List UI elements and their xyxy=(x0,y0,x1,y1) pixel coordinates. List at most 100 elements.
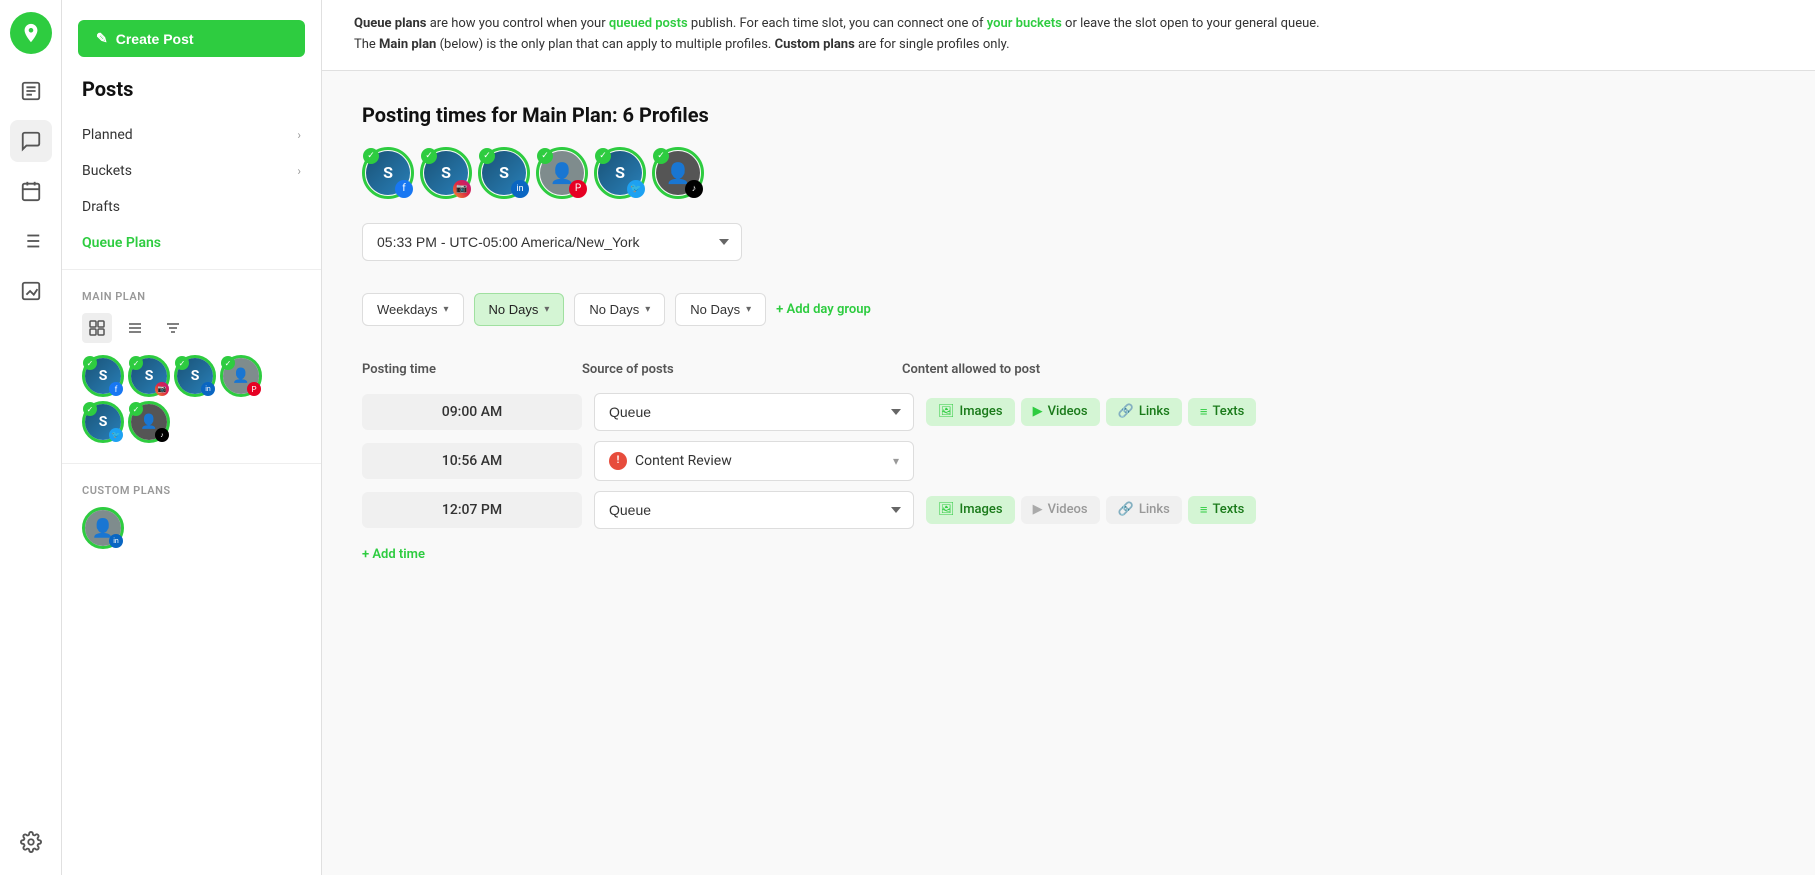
main-plan-profile-fb[interactable]: ✓ S f xyxy=(82,355,124,397)
info-queue-plans-text: Queue plans xyxy=(354,16,426,31)
info-banner: Queue plans are how you control when you… xyxy=(322,0,1815,71)
sidebar-posts-icon[interactable] xyxy=(10,70,52,112)
time-cell-1: 09:00 AM xyxy=(362,394,582,430)
check-icon: ✓ xyxy=(83,356,97,370)
custom-plans-section: CUSTOM PLANS 👤 in xyxy=(62,472,321,561)
links-badge-3[interactable]: 🔗 Links xyxy=(1106,496,1182,524)
texts-badge-1[interactable]: ≡ Texts xyxy=(1188,398,1256,426)
your-buckets-link[interactable]: your buckets xyxy=(987,16,1062,31)
day-nodays-2-btn[interactable]: No Days ▾ xyxy=(574,293,665,326)
custom-plan-profile-li[interactable]: 👤 in xyxy=(82,507,124,549)
profile-lg-li[interactable]: ✓ S in xyxy=(478,147,530,199)
videos-badge-1[interactable]: ▶ Videos xyxy=(1021,398,1100,426)
chevron-down-icon-4: ▾ xyxy=(746,304,751,315)
image-icon-3: 🖼 xyxy=(938,502,955,517)
videos-badge-3[interactable]: ▶ Videos xyxy=(1021,496,1100,524)
sidebar-queue-icon[interactable] xyxy=(10,220,52,262)
check-icon-lg-4: ✓ xyxy=(537,148,553,164)
nav-section-title: Posts xyxy=(62,77,321,117)
nav-planned[interactable]: Planned › xyxy=(62,117,321,153)
timezone-select[interactable]: 05:33 PM - UTC-05:00 America/New_York xyxy=(362,223,742,261)
facebook-badge: f xyxy=(109,382,123,396)
sidebar-message-icon[interactable] xyxy=(10,120,52,162)
content-area: Posting times for Main Plan: 6 Profiles … xyxy=(322,71,1815,594)
profiles-row: ✓ S f ✓ S 📷 ✓ S in ✓ 👤 P ✓ S � xyxy=(362,147,1775,199)
fb-badge-lg: f xyxy=(395,180,413,198)
links-badge-1[interactable]: 🔗 Links xyxy=(1106,398,1182,426)
create-post-button[interactable]: ✎ Create Post xyxy=(78,20,305,57)
chevron-down-icon-select: ▾ xyxy=(893,454,899,468)
source-select-1[interactable]: Queue xyxy=(594,393,914,431)
main-plan-profile-ig[interactable]: ✓ S 📷 xyxy=(128,355,170,397)
queued-posts-link[interactable]: queued posts xyxy=(609,16,688,31)
main-plan-profile-tk[interactable]: ✓ 👤 ♪ xyxy=(128,401,170,443)
chevron-down-icon-2: ▾ xyxy=(544,304,549,315)
posting-table: Posting time Source of posts Content all… xyxy=(362,354,1775,562)
main-plan-profile-pi[interactable]: ✓ 👤 P xyxy=(220,355,262,397)
check-icon: ✓ xyxy=(129,402,143,416)
main-plan-label: MAIN PLAN xyxy=(82,290,301,303)
tiktok-badge: ♪ xyxy=(155,428,169,442)
texts-badge-3[interactable]: ≡ Texts xyxy=(1188,496,1256,524)
ig-badge-lg: 📷 xyxy=(453,180,471,198)
check-icon-lg-2: ✓ xyxy=(421,148,437,164)
table-row: 12:07 PM Queue 🖼 Images ▶ Videos xyxy=(362,491,1775,529)
table-row: 10:56 AM ! Content Review ▾ xyxy=(362,441,1775,481)
check-icon: ✓ xyxy=(129,356,143,370)
add-time-link[interactable]: + Add time xyxy=(362,547,425,562)
plan-view-icons xyxy=(82,313,301,343)
content-badges-1: 🖼 Images ▶ Videos 🔗 Links ≡ Texts xyxy=(926,398,1775,426)
nav-queue-plans[interactable]: Queue Plans xyxy=(62,225,321,261)
source-select-3[interactable]: Queue xyxy=(594,491,914,529)
custom-plans-label: CUSTOM PLANS xyxy=(82,484,301,497)
chevron-right-icon: › xyxy=(297,128,301,142)
time-cell-3: 12:07 PM xyxy=(362,492,582,528)
video-icon: ▶ xyxy=(1033,404,1043,419)
images-badge-3[interactable]: 🖼 Images xyxy=(926,496,1015,524)
check-icon-lg-5: ✓ xyxy=(595,148,611,164)
day-nodays-3-btn[interactable]: No Days ▾ xyxy=(675,293,766,326)
profile-lg-tw[interactable]: ✓ S 🐦 xyxy=(594,147,646,199)
text-icon: ≡ xyxy=(1200,404,1208,420)
images-badge-1[interactable]: 🖼 Images xyxy=(926,398,1015,426)
sidebar-calendar-icon[interactable] xyxy=(10,170,52,212)
instagram-badge: 📷 xyxy=(155,382,169,396)
content-header: Content allowed to post xyxy=(902,362,1775,377)
main-plan-section: MAIN PLAN ✓ S xyxy=(62,278,321,455)
main-plan-bold: Main plan xyxy=(379,37,436,52)
profile-lg-pi[interactable]: ✓ 👤 P xyxy=(536,147,588,199)
main-plan-profile-tw[interactable]: ✓ S 🐦 xyxy=(82,401,124,443)
nav-buckets[interactable]: Buckets › xyxy=(62,153,321,189)
grid-view-icon[interactable] xyxy=(82,313,112,343)
chevron-right-icon: › xyxy=(297,164,301,178)
list-view-icon[interactable] xyxy=(120,313,150,343)
day-weekdays-btn[interactable]: Weekdays ▾ xyxy=(362,293,464,326)
custom-plans-bold: Custom plans xyxy=(775,37,855,52)
day-nodays-1-btn[interactable]: No Days ▾ xyxy=(474,293,565,326)
main-plan-profile-li[interactable]: ✓ S in xyxy=(174,355,216,397)
add-day-group-link[interactable]: + Add day group xyxy=(776,302,871,317)
pinterest-badge: P xyxy=(247,382,261,396)
sidebar-settings-icon[interactable] xyxy=(10,821,52,863)
pi-badge-lg: P xyxy=(569,180,587,198)
chevron-down-icon: ▾ xyxy=(443,304,448,315)
chevron-down-icon-3: ▾ xyxy=(645,304,650,315)
check-icon: ✓ xyxy=(221,356,235,370)
profile-lg-tk[interactable]: ✓ 👤 ♪ xyxy=(652,147,704,199)
nav-drafts[interactable]: Drafts xyxy=(62,189,321,225)
content-review-icon: ! xyxy=(609,452,627,470)
profile-lg-ig[interactable]: ✓ S 📷 xyxy=(420,147,472,199)
link-icon: 🔗 xyxy=(1118,404,1134,419)
source-cell-3: Queue xyxy=(594,491,914,529)
app-logo[interactable] xyxy=(10,12,52,54)
pencil-icon: ✎ xyxy=(96,30,108,47)
main-content: Queue plans are how you control when you… xyxy=(322,0,1815,875)
custom-plan-profiles: 👤 in xyxy=(82,507,301,549)
nav-divider xyxy=(62,269,321,270)
profile-lg-fb[interactable]: ✓ S f xyxy=(362,147,414,199)
image-icon: 🖼 xyxy=(938,404,955,419)
filter-view-icon[interactable] xyxy=(158,313,188,343)
sidebar-icons-panel xyxy=(0,0,62,875)
sidebar-analytics-icon[interactable] xyxy=(10,270,52,312)
nav-divider-2 xyxy=(62,463,321,464)
